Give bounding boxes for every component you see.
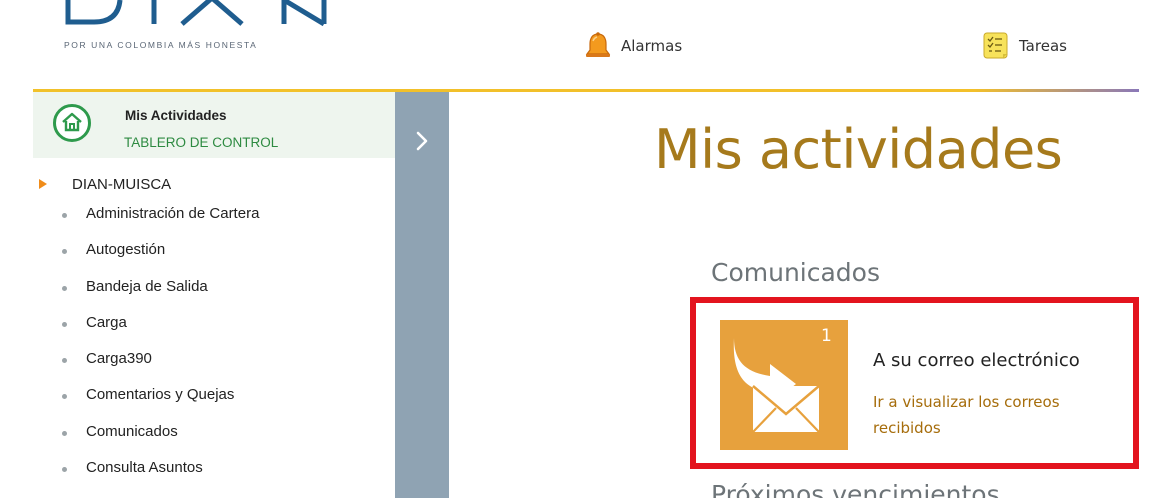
mail-tile[interactable]: 1 (720, 320, 848, 450)
logo-tagline: POR UNA COLOMBIA MÁS HONESTA (64, 40, 258, 50)
sidebar-title: Mis Actividades (125, 108, 227, 123)
bullet-icon (62, 285, 67, 291)
chevron-right-icon (416, 131, 428, 151)
sidebar-toggle-bar[interactable] (395, 92, 449, 498)
alarmas-button[interactable]: Alarmas (583, 30, 682, 62)
sidebar-item-label: Consulta Asuntos (86, 459, 203, 477)
task-list-icon (983, 32, 1008, 59)
bullet-icon (62, 321, 67, 327)
sidebar-item-label: Carga390 (86, 350, 152, 368)
bell-icon (585, 32, 611, 57)
sidebar-item-label: Comunicados (86, 422, 178, 440)
home-icon (53, 104, 91, 142)
header: POR UNA COLOMBIA MÁS HONESTA Alarmas Tar… (0, 0, 1159, 92)
sidebar-item-label: Administración de Cartera (86, 205, 260, 222)
section-title-comunicados: Comunicados (711, 258, 880, 287)
dian-logo-mark (65, 0, 327, 27)
view-emails-link[interactable]: Ir a visualizar los correos recibidos (873, 389, 1125, 441)
dian-logo[interactable]: POR UNA COLOMBIA MÁS HONESTA (62, 0, 352, 60)
sidebar-item-label: Bandeja de Salida (86, 277, 208, 295)
bullet-icon (62, 467, 67, 473)
page-title: Mis actividades (654, 118, 1063, 181)
bullet-icon (62, 358, 67, 364)
tree-root-label: DIAN-MUISCA (72, 176, 172, 193)
sidebar-header[interactable]: Mis Actividades TABLERO DE CONTROL (33, 92, 395, 158)
sidebar-item-label: Autogestión (86, 241, 166, 259)
sidebar-item-label: Carga (86, 313, 127, 331)
sidebar-subtitle: TABLERO DE CONTROL (124, 135, 279, 150)
tareas-button[interactable]: Tareas (981, 30, 1067, 62)
card-title: A su correo electrónico (873, 350, 1080, 371)
expand-arrow-icon[interactable] (39, 179, 47, 189)
bullet-icon (62, 249, 67, 255)
sidebar: Mis Actividades TABLERO DE CONTROL DIAN-… (33, 92, 395, 498)
bullet-icon (62, 213, 67, 218)
bullet-icon (62, 430, 67, 436)
alarmas-label: Alarmas (621, 37, 683, 55)
bullet-icon (62, 394, 67, 400)
unread-count-badge: 1 (821, 326, 832, 346)
section-title-proximos-vencimientos: Próximos vencimientos (711, 480, 1000, 498)
sidebar-item-label: Comentarios y Quejas (86, 386, 235, 404)
tareas-label: Tareas (1019, 37, 1067, 55)
